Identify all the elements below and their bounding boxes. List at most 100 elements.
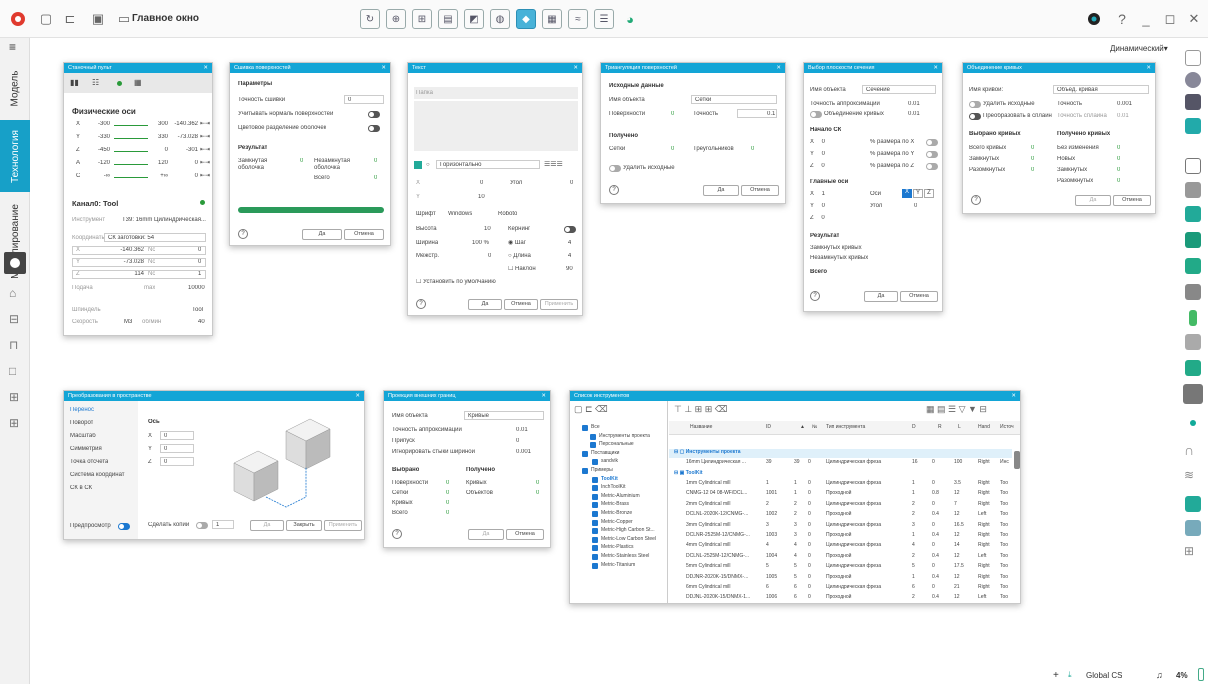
- column-header[interactable]: Название: [690, 424, 712, 434]
- surface-icon[interactable]: ≋: [1184, 468, 1194, 482]
- table-cell[interactable]: 4mm Cylindrical mill: [686, 542, 762, 552]
- tree-checkbox[interactable]: [590, 442, 596, 449]
- tool-robot-icon[interactable]: ◍: [490, 9, 510, 29]
- wave-icon[interactable]: [1185, 496, 1201, 512]
- tree-checkbox[interactable]: [592, 554, 598, 560]
- tab-technology[interactable]: Технология: [0, 120, 30, 192]
- font-select[interactable]: Windows: [448, 211, 472, 218]
- table-cell[interactable]: DDJNL-2020K-15/DNMX-1...: [686, 594, 762, 603]
- angle-input[interactable]: 0: [570, 180, 573, 187]
- column-header[interactable]: ID: [766, 424, 771, 434]
- tree-checkbox[interactable]: [592, 459, 598, 466]
- help-icon[interactable]: ?: [238, 229, 248, 239]
- column-header[interactable]: L: [958, 424, 961, 434]
- tool-active-icon[interactable]: ◆: [516, 9, 536, 29]
- app-logo-icon[interactable]: [8, 9, 28, 29]
- len-input[interactable]: 4: [568, 253, 571, 260]
- ok-button[interactable]: Да: [250, 520, 284, 531]
- tree-checkbox[interactable]: [582, 425, 588, 431]
- angle-input[interactable]: 0: [914, 203, 917, 210]
- apply-button[interactable]: Применить: [324, 520, 362, 531]
- tool-layers-icon[interactable]: ☰: [594, 9, 614, 29]
- row-value[interactable]: -140.362: [114, 247, 144, 254]
- tool-grid-icon[interactable]: ▦: [542, 9, 562, 29]
- px-toggle[interactable]: [926, 139, 938, 146]
- active-module-icon[interactable]: [4, 252, 26, 274]
- acc-input[interactable]: 0: [348, 97, 351, 104]
- stack-icon[interactable]: ⊞: [1184, 544, 1194, 558]
- table-cell[interactable]: 6mm Cylindrical mill: [686, 584, 762, 594]
- row-count[interactable]: 1: [198, 271, 201, 278]
- axis-step-icon[interactable]: ⇤⇥: [200, 173, 210, 180]
- tree-checkbox[interactable]: [592, 485, 598, 492]
- close-icon[interactable]: ✕: [355, 391, 360, 401]
- transform-menu-item[interactable]: СК в СК: [70, 485, 92, 492]
- tool-wave-icon[interactable]: ≈: [568, 9, 588, 29]
- part4-icon[interactable]: [1185, 258, 1201, 274]
- axis-y-input[interactable]: 0: [822, 203, 825, 209]
- tree-checkbox[interactable]: [592, 528, 598, 535]
- sheet-icon[interactable]: [1185, 520, 1201, 536]
- cs-label[interactable]: Global CS: [1086, 671, 1122, 681]
- kern-toggle[interactable]: [564, 226, 576, 233]
- mode-dropdown[interactable]: Динамический▾: [1110, 44, 1168, 54]
- close-icon[interactable]: ✕: [541, 391, 546, 401]
- add-icon[interactable]: +: [1053, 670, 1059, 682]
- tool-value[interactable]: T39: 16mm Цилиндрическая...: [122, 217, 208, 224]
- scrollbar[interactable]: [1014, 451, 1020, 469]
- cancel-button[interactable]: Отмена: [344, 229, 384, 240]
- tree-item[interactable]: Metric-Titanium: [601, 562, 635, 572]
- text-field[interactable]: Папка: [416, 90, 433, 97]
- spline-toggle[interactable]: [969, 113, 981, 120]
- axis-value[interactable]: 0: [170, 160, 198, 167]
- column-header[interactable]: №: [812, 424, 817, 434]
- default-checkbox[interactable]: Установить по умолчанию: [423, 279, 496, 285]
- speed-value[interactable]: 40: [198, 319, 205, 326]
- close-icon[interactable]: ✕: [381, 63, 386, 73]
- ok-button[interactable]: Да: [468, 299, 502, 310]
- table-cell[interactable]: 16mm Цилиндрическая ...: [686, 459, 762, 469]
- transform-menu-item[interactable]: Поворот: [70, 420, 93, 427]
- part3-icon[interactable]: [1185, 232, 1201, 248]
- merge-input[interactable]: 0.01: [908, 111, 920, 118]
- tool-fill-icon[interactable]: ⊞: [412, 9, 432, 29]
- close-icon[interactable]: ✕: [1011, 391, 1016, 401]
- curve-icon[interactable]: ∩: [1184, 442, 1194, 459]
- x-input[interactable]: 0: [480, 180, 483, 187]
- step-input[interactable]: 4: [568, 240, 571, 247]
- fixture-icon[interactable]: ⊟: [9, 312, 19, 326]
- tab-model[interactable]: Модель: [0, 58, 30, 118]
- cancel-button[interactable]: Отмена: [1113, 195, 1151, 206]
- restore-icon[interactable]: ◻: [1160, 9, 1180, 29]
- tool-rotate-icon[interactable]: ↻: [360, 9, 380, 29]
- height-input[interactable]: 10: [484, 226, 491, 233]
- axis-y-button[interactable]: Y: [913, 189, 923, 198]
- stock-icon[interactable]: ⊓: [9, 338, 18, 352]
- font2-select[interactable]: Roboto: [498, 211, 517, 218]
- color-toggle[interactable]: [368, 125, 380, 132]
- open-folder-icon[interactable]: ⊏: [60, 9, 80, 29]
- rod-icon[interactable]: [1189, 310, 1197, 326]
- texture-icon[interactable]: [1183, 384, 1203, 404]
- tree-checkbox[interactable]: [590, 433, 596, 440]
- row-count[interactable]: 0: [198, 259, 201, 266]
- axis-value[interactable]: 0: [170, 173, 198, 180]
- tilt-input[interactable]: 90: [566, 266, 573, 273]
- text-area[interactable]: [414, 101, 578, 151]
- transform-menu-item[interactable]: Масштаб: [70, 433, 96, 440]
- column-header[interactable]: Источ: [1000, 424, 1014, 434]
- cylinder-icon[interactable]: [1185, 158, 1201, 174]
- z-input[interactable]: 0: [164, 459, 167, 466]
- help-icon[interactable]: ?: [609, 185, 619, 195]
- sacc-input[interactable]: 0.01: [1117, 113, 1129, 120]
- acc-input[interactable]: 0.01: [516, 427, 528, 434]
- tree-checkbox[interactable]: [592, 536, 598, 543]
- user-icon[interactable]: [1084, 9, 1104, 29]
- tree-checkbox[interactable]: [592, 502, 598, 509]
- axis-slider[interactable]: [114, 177, 148, 178]
- save-icon[interactable]: ▣: [88, 9, 108, 29]
- library-icon[interactable]: ⊞: [9, 390, 19, 404]
- ignore-input[interactable]: 0.001: [516, 449, 531, 456]
- transform-menu-item[interactable]: Симметрия: [70, 446, 102, 453]
- ok-button[interactable]: Да: [302, 229, 342, 240]
